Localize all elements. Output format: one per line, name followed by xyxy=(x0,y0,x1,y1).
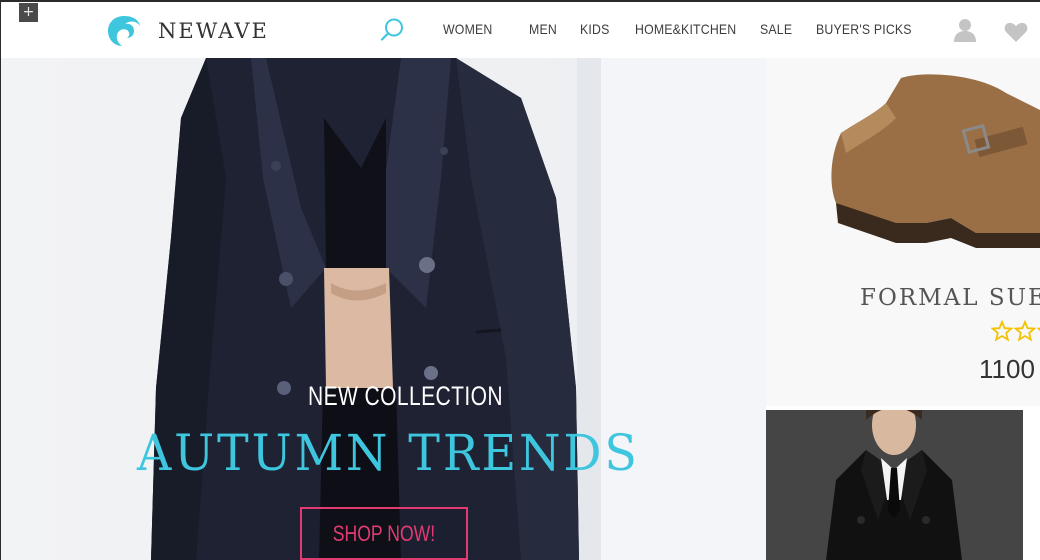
brand-logo[interactable]: NEWAVE xyxy=(106,14,269,48)
main-navigation: WOMEN MEN KIDS HOME&KITCHEN SALE BUYER'S… xyxy=(443,21,945,37)
star-icon xyxy=(1014,320,1036,342)
brand-name: NEWAVE xyxy=(158,19,269,43)
nav-item-women[interactable]: WOMEN xyxy=(443,21,492,37)
hero-banner[interactable]: NEW COLLECTION AUTUMN TRENDS SHOP NOW! xyxy=(1,58,766,560)
product-card[interactable]: FORMAL SUED 1100 xyxy=(766,58,1040,406)
plus-icon: + xyxy=(22,4,35,20)
search-icon[interactable] xyxy=(379,17,405,43)
window-top-border xyxy=(0,0,1040,2)
product-price: 1100 xyxy=(979,354,1035,384)
star-icon xyxy=(991,320,1013,342)
expand-button[interactable]: + xyxy=(19,3,38,22)
hero-model-image xyxy=(151,58,579,560)
shop-now-button[interactable]: SHOP NOW! xyxy=(300,507,468,560)
menswear-promo-card[interactable] xyxy=(766,410,1023,560)
nav-item-men[interactable]: MEN xyxy=(529,21,557,37)
shop-now-label: SHOP NOW! xyxy=(332,521,436,546)
product-image xyxy=(831,74,1040,248)
product-name: FORMAL SUED xyxy=(860,285,1040,311)
wave-logo-icon xyxy=(108,16,140,46)
nav-item-sale[interactable]: SALE xyxy=(760,21,792,37)
user-icon[interactable] xyxy=(953,17,977,43)
promo-model-image xyxy=(766,410,1023,560)
window-left-border xyxy=(0,0,1,560)
heart-icon[interactable] xyxy=(1004,22,1028,43)
nav-item-buyers-picks[interactable]: BUYER'S PICKS xyxy=(816,21,912,37)
nav-item-home-kitchen[interactable]: HOME&KITCHEN xyxy=(635,21,736,37)
hero-kicker: NEW COLLECTION xyxy=(308,381,504,411)
nav-item-kids[interactable]: KIDS xyxy=(580,21,609,37)
site-header: NEWAVE WOMEN MEN KIDS HOME&KITCHEN SALE … xyxy=(1,2,1040,58)
product-rating xyxy=(991,320,1040,342)
hero-title: AUTUMN TRENDS xyxy=(137,424,640,482)
